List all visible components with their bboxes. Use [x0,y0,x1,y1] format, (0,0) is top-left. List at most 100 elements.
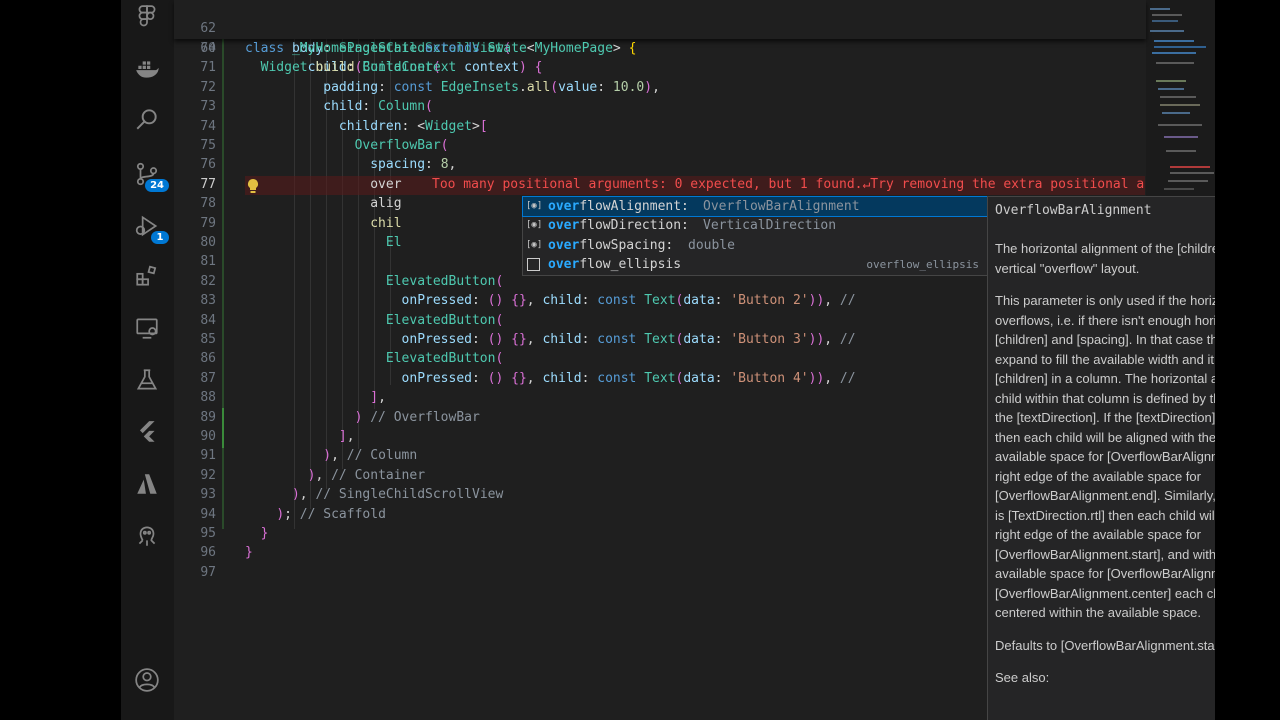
code-text: padding: const EdgeInsets.all(value: 10.… [323,79,660,95]
line-number: 78 [200,196,216,212]
line-number: 74 [200,118,216,134]
docs-title: OverflowBarAlignment [995,203,1152,218]
code-text: over [370,176,402,192]
code-text: ), // SingleChildScrollView [291,487,504,503]
sticky-line: 64 Widget build(BuildContext context) { [174,19,1146,75]
suggestion-label: overflow_ellipsis [548,257,682,273]
line-number: 95 [200,526,216,541]
run-debug-icon[interactable]: 1 [133,212,169,244]
code-text: } [245,545,253,561]
snippet-icon [526,257,541,272]
line-number: 82 [200,273,216,289]
vscode-window: 24 1 70 body: SingleChildScrollView(71 … [121,0,1215,720]
field-icon: [◉] [526,239,543,250]
line-number: 77 [200,176,216,192]
suggest-widget[interactable]: [◉] overflowAlignment: OverflowBarAlignmen… [522,195,990,276]
line-number: 79 [200,215,216,231]
docs-paragraph: The horizontal alignment of the [childre… [995,241,1215,276]
line-number: 83 [200,293,216,309]
suggestion-item[interactable]: [◉] overflowAlignment: OverflowBarAlignmen… [522,195,990,218]
code-text: class _MyHomePageState extends State<MyH… [245,40,637,56]
docs-paragraph: See also: [995,670,1050,685]
line-number: 94 [200,506,216,522]
sticky-line: 62 class _MyHomePageState extends State<… [174,0,1146,55]
run-debug-badge: 1 [151,231,169,244]
suggestion-source: overflow_ellipsis [866,258,979,272]
azure-icon[interactable] [133,470,161,498]
docs-paragraph: This parameter is only used if the horiz… [995,293,1215,620]
line-number: 81 [200,254,216,270]
suggestion-detail: VerticalDirection [703,218,837,234]
code-line: 74 children: <Widget>[ [174,117,1146,136]
line-number: 87 [200,370,216,386]
docs-paragraph: Defaults to [OverflowBarAlignment.start]… [995,637,1215,653]
code-text: onPressed: () {}, child: const Text(data… [401,293,856,309]
code-text: child: Column( [323,99,433,115]
testing-icon[interactable] [133,366,161,394]
code-text: ) // OverflowBar [354,409,480,425]
code-line: 73 child: Column( [174,97,1146,116]
line-number: 93 [200,487,216,503]
search-icon[interactable] [133,105,161,133]
line-number: 96 [200,545,216,561]
suggestion-label: overflowDirection: [548,218,689,234]
suggestion-item[interactable]: overflow_ellipsis overflow_ellipsis [523,255,989,274]
code-text: El [385,235,402,250]
docs-body: The horizontal alignment of the [childre… [995,239,1215,701]
flutter-icon[interactable] [133,418,161,446]
suggestion-label: overflowAlignment: [548,199,689,214]
code-text: ], [370,390,386,406]
line-number: 92 [200,467,216,483]
line-number: 86 [200,351,216,367]
inline-error-message: Too many positional arguments: 0 expecte… [432,176,1145,192]
lightbulb-icon[interactable] [246,178,260,194]
extensions-icon[interactable] [133,262,161,290]
code-text: ElevatedButton( [385,312,504,328]
line-number: 97 [200,564,216,580]
code-text: ), // Column [323,448,418,464]
line-number: 85 [200,332,216,347]
line-number: 91 [200,448,216,464]
code-text: chil [370,215,402,231]
activity-bar: 24 1 [121,0,174,720]
code-text: alig [370,196,402,212]
code-text: ElevatedButton( [385,273,504,289]
source-control-badge: 24 [145,179,169,192]
code-line: 72 padding: const EdgeInsets.all(value: … [174,78,1146,97]
code-text: ); // Scaffold [276,506,386,522]
remote-explorer-icon[interactable] [133,314,161,342]
account-icon[interactable] [133,666,161,694]
code-text: onPressed: () {}, child: const Text(data… [401,370,856,386]
suggestion-item[interactable]: [◉] overflowSpacing: double [523,236,989,255]
line-number: 89 [200,409,216,425]
code-text: spacing: 8, [370,157,457,173]
line-number: 88 [200,390,216,406]
code-text: Widget build(BuildContext context) { [260,60,543,76]
suggestion-label: overflowSpacing: [548,237,674,253]
code-text: children: <Widget>[ [338,118,488,134]
code-text: ), // Container [307,467,426,483]
line-number: 80 [200,235,216,250]
docker-icon[interactable] [133,55,161,83]
line-number: 90 [200,429,216,444]
line-number: 73 [200,99,216,115]
suggestion-item[interactable]: [◉] overflowDirection: VerticalDirection [523,216,989,235]
figma-icon[interactable] [133,3,161,31]
source-control-icon[interactable]: 24 [133,160,169,192]
code-text: } [260,526,269,541]
line-number: 84 [200,312,216,328]
sticky-scroll[interactable]: 62 class _MyHomePageState extends State<… [174,0,1146,75]
code-text: OverflowBar( [354,138,449,153]
line-number: 75 [200,138,216,153]
code-text: ], [338,429,355,444]
field-icon: [◉] [526,201,543,211]
code-line: 76 spacing: 8, [174,155,1146,174]
line-number: 64 [200,40,216,56]
dart-octopus-icon[interactable] [133,522,161,550]
code-line: 77 over Too many positional arguments: 0 … [174,175,1146,194]
code-line: 75 OverflowBar( [174,136,1146,155]
suggestion-detail: double [688,237,735,253]
suggestion-detail: OverflowBarAlignment [703,199,860,214]
line-number: 76 [200,157,216,173]
documentation-panel[interactable]: OverflowBarAlignment × The horizontal al… [987,196,1215,720]
